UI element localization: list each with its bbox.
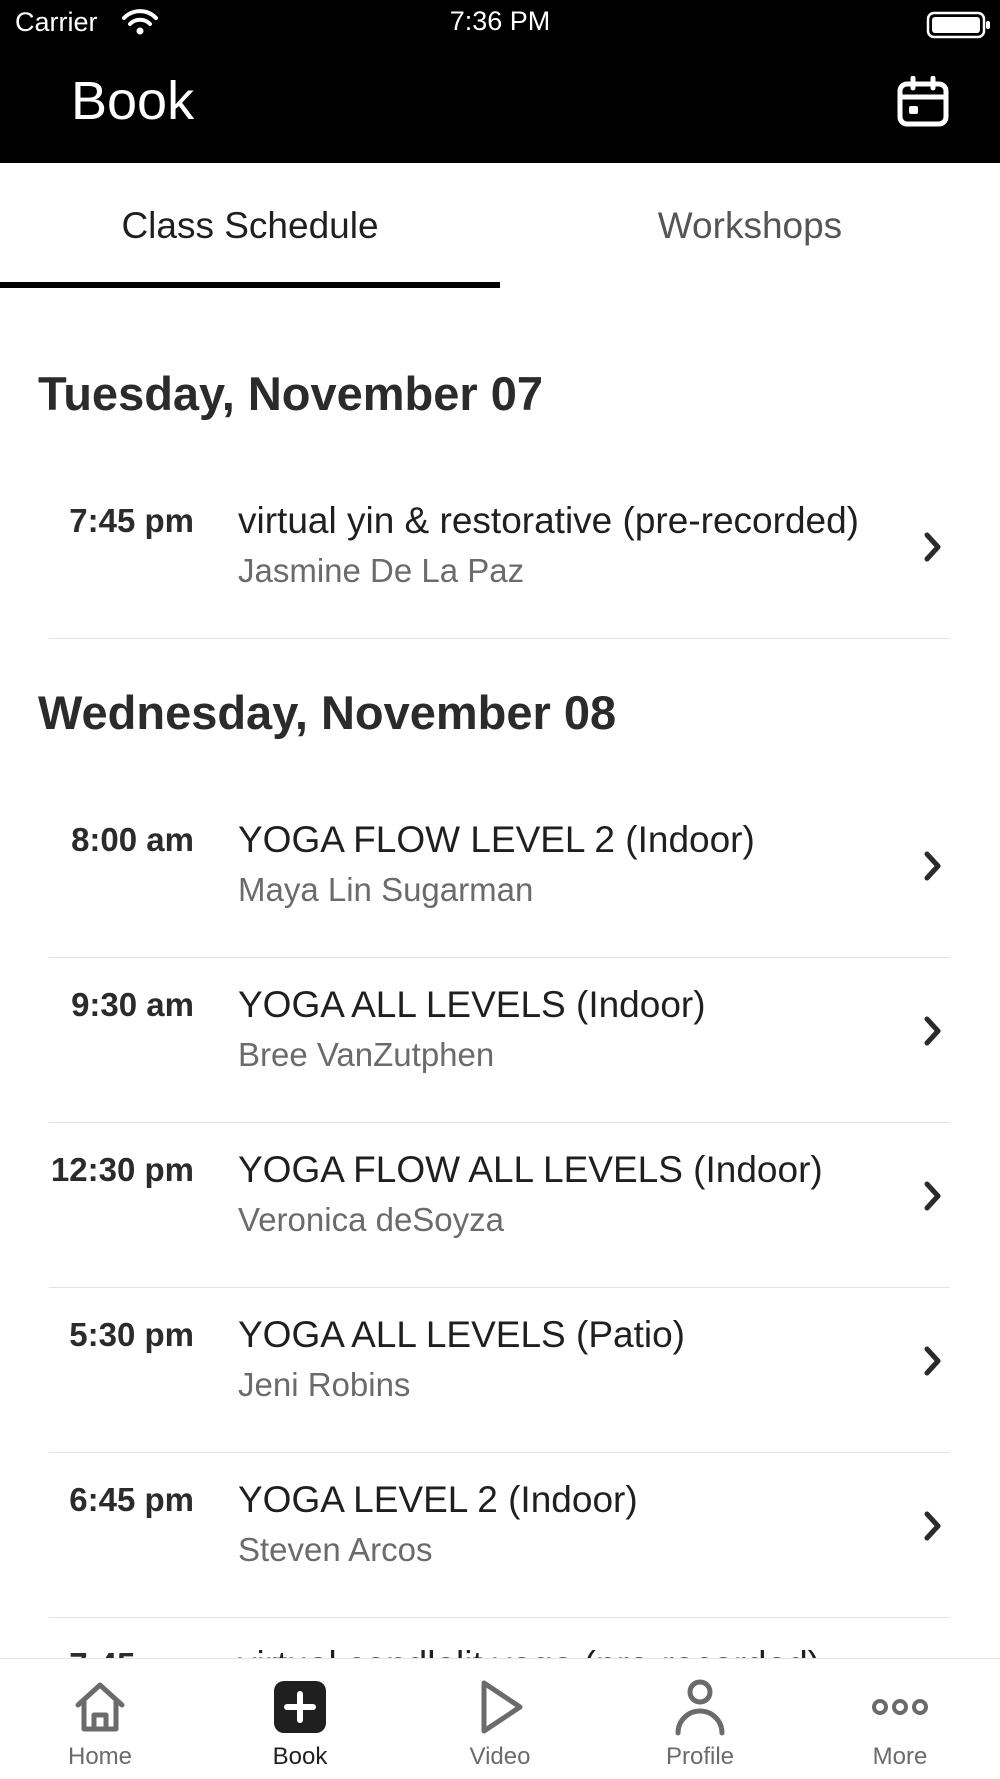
instructor-name: Steven Arcos [238, 1531, 433, 1568]
class-name: YOGA LEVEL 2 (Indoor) [238, 1479, 638, 1520]
class-name: YOGA FLOW LEVEL 2 (Indoor) [238, 819, 755, 860]
day-heading: Wednesday, November 08 [38, 686, 617, 739]
home-icon [75, 1682, 125, 1732]
class-time: 8:00 am [71, 821, 194, 858]
nav-label: Profile [665, 1743, 735, 1770]
class-name: YOGA FLOW ALL LEVELS (Indoor) [238, 1149, 823, 1190]
nav-label: Video [469, 1743, 531, 1770]
class-time: 7:45 pm [69, 1646, 194, 1658]
person-icon [675, 1679, 725, 1736]
play-icon [481, 1680, 523, 1734]
class-time: 7:45 pm [69, 502, 194, 539]
day-heading: Tuesday, November 07 [38, 367, 544, 420]
class-row[interactable]: 8:00 am YOGA FLOW LEVEL 2 (Indoor) Maya … [0, 793, 1000, 958]
instructor-name: Jasmine De La Paz [238, 552, 525, 589]
page-title: Book [71, 71, 195, 131]
app-header: Carrier 7:36 PM Book [0, 0, 1000, 163]
instructor-name: Maya Lin Sugarman [238, 871, 534, 908]
chevron-right-icon [924, 851, 941, 881]
battery-icon [926, 11, 990, 39]
status-time: 7:36 PM [449, 6, 551, 36]
nav-video[interactable]: Video [400, 1659, 600, 1779]
class-row[interactable]: 12:30 pm YOGA FLOW ALL LEVELS (Indoor) V… [0, 1123, 1000, 1288]
chevron-right-icon [924, 532, 941, 562]
class-time: 5:30 pm [69, 1316, 194, 1353]
nav-profile[interactable]: Profile [600, 1659, 800, 1779]
class-row[interactable]: 6:45 pm YOGA LEVEL 2 (Indoor) Steven Arc… [0, 1453, 1000, 1618]
class-time: 12:30 pm [50, 1151, 194, 1188]
bottom-tab-bar: Home Book Video Profile More [0, 1658, 1000, 1779]
nav-book[interactable]: Book [200, 1659, 400, 1779]
tab-workshops[interactable]: Workshops [500, 163, 1000, 290]
nav-label: Book [272, 1743, 328, 1770]
tab-label: Class Schedule [121, 205, 379, 246]
calendar-icon[interactable] [896, 76, 952, 128]
instructor-name: Jeni Robins [238, 1366, 411, 1403]
tab-bar: Class Schedule Workshops [0, 163, 1000, 290]
status-bar: Carrier 7:36 PM [0, 0, 1000, 44]
instructor-name: Bree VanZutphen [238, 1036, 495, 1073]
class-time: 6:45 pm [69, 1481, 194, 1518]
more-dots-icon [872, 1699, 928, 1715]
plus-square-icon [274, 1681, 326, 1733]
schedule-list[interactable]: Tuesday, November 07 7:45 pm virtual yin… [0, 290, 1000, 1658]
nav-label: More [872, 1743, 928, 1770]
class-row[interactable]: 7:45 pm virtual yin & restorative (pre-r… [0, 474, 1000, 639]
nav-label: Home [67, 1743, 133, 1770]
chevron-right-icon [924, 1181, 941, 1211]
nav-home[interactable]: Home [0, 1659, 200, 1779]
instructor-name: Veronica deSoyza [238, 1201, 505, 1238]
tab-class-schedule[interactable]: Class Schedule [0, 163, 500, 290]
class-name: YOGA ALL LEVELS (Patio) [238, 1314, 685, 1355]
class-name: YOGA ALL LEVELS (Indoor) [238, 984, 706, 1025]
chevron-right-icon [924, 1511, 941, 1541]
class-row[interactable]: 5:30 pm YOGA ALL LEVELS (Patio) Jeni Rob… [0, 1288, 1000, 1453]
nav-more[interactable]: More [800, 1659, 1000, 1779]
class-row[interactable]: 7:45 pm virtual candlelit yoga (pre-reco… [0, 1618, 1000, 1658]
class-row[interactable]: 9:30 am YOGA ALL LEVELS (Indoor) Bree Va… [0, 958, 1000, 1123]
chevron-right-icon [924, 1016, 941, 1046]
chevron-right-icon [924, 1346, 941, 1376]
class-time: 9:30 am [71, 986, 194, 1023]
row-divider [49, 638, 950, 639]
active-tab-indicator [0, 282, 500, 288]
tab-label: Workshops [657, 205, 843, 246]
class-name: virtual candlelit yoga (pre-recorded) [238, 1644, 820, 1658]
class-name: virtual yin & restorative (pre-recorded) [238, 500, 859, 541]
